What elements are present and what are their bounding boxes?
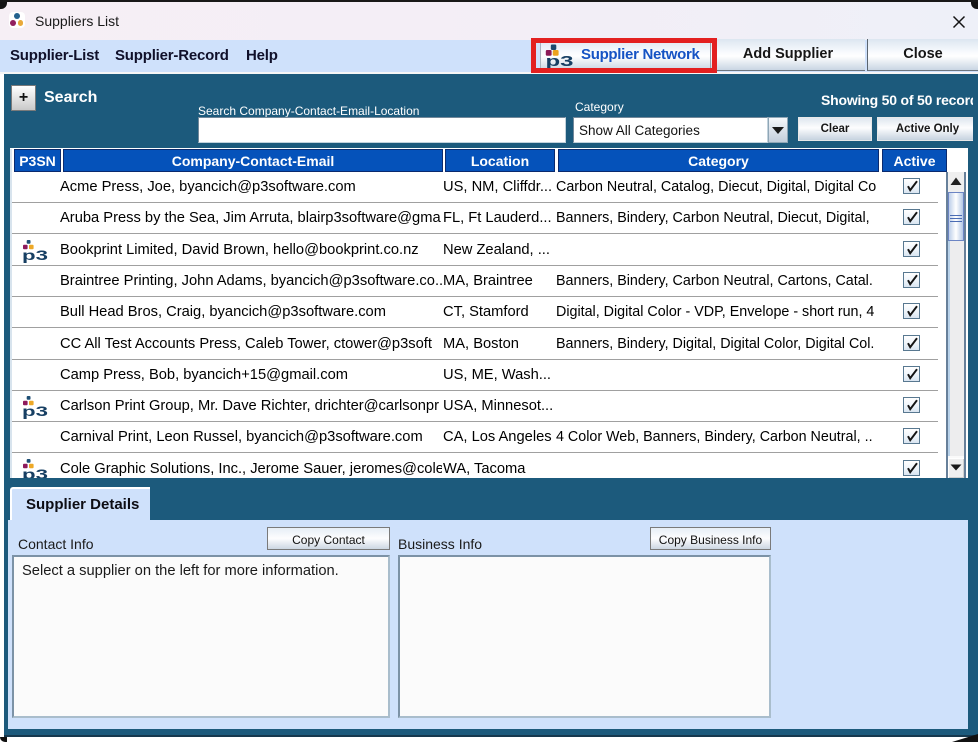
svg-text:p3: p3 bbox=[22, 248, 49, 263]
svg-text:p3: p3 bbox=[22, 404, 49, 419]
svg-text:p3: p3 bbox=[22, 467, 49, 478]
